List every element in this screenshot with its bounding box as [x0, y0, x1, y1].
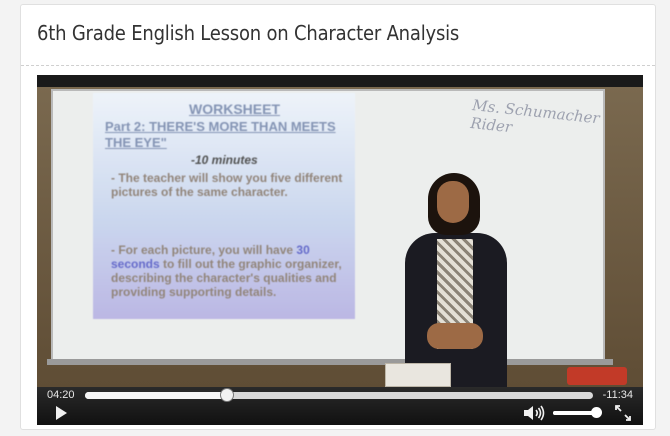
video-frame[interactable]: Ms. Schumacher Rider WORKSHEET Part 2: T… [37, 75, 643, 387]
whiteboard-tray [47, 359, 613, 365]
progress-handle[interactable] [220, 388, 235, 402]
remaining-time: -11:34 [602, 389, 633, 401]
teacher-hands [427, 323, 483, 349]
volume-icon[interactable] [523, 405, 545, 421]
slide-bullet-1: - The teacher will show you five differe… [111, 171, 343, 199]
progress-fill [85, 392, 228, 399]
video-card: 6th Grade English Lesson on Character An… [20, 4, 656, 430]
slide-bullet-2: - For each picture, you will have 30 sec… [111, 243, 349, 299]
ceiling-strip [37, 75, 643, 87]
slide-part-title: Part 2: THERE'S MORE THAN MEETS THE EYE" [105, 119, 336, 150]
projected-slide: WORKSHEET Part 2: THERE'S MORE THAN MEET… [93, 93, 355, 319]
teacher-figure [401, 173, 511, 387]
video-controls: 04:20 -11:34 [37, 387, 643, 425]
page-title: 6th Grade English Lesson on Character An… [37, 21, 460, 45]
slide-heading: WORKSHEET [189, 101, 280, 117]
slide-bullet-2-text-a: - For each picture, you will have [111, 243, 297, 257]
teacher-face [437, 181, 469, 223]
play-icon[interactable] [53, 405, 69, 421]
fullscreen-icon[interactable] [615, 405, 631, 421]
volume-fill [553, 411, 597, 415]
dashed-divider [21, 65, 655, 66]
current-time: 04:20 [47, 389, 75, 401]
video-player[interactable]: Ms. Schumacher Rider WORKSHEET Part 2: T… [37, 75, 643, 425]
red-object [567, 367, 627, 385]
volume-slider[interactable] [553, 407, 603, 418]
slide-duration: -10 minutes [191, 153, 258, 167]
volume-handle[interactable] [591, 407, 603, 418]
laptop [385, 363, 451, 387]
progress-bar[interactable] [85, 388, 593, 402]
